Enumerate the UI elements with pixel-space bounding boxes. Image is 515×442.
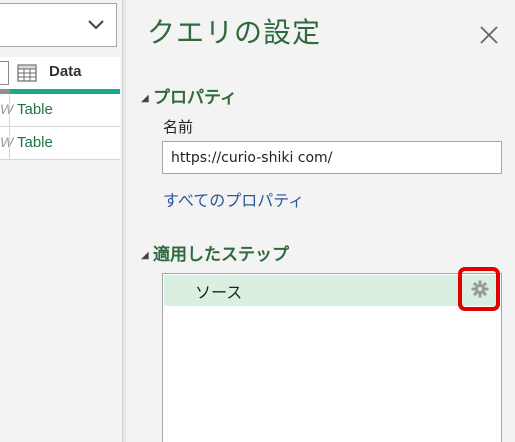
query-settings-pane: クエリの設定 ◢プロパティ 名前 すべてのプロパティ ◢適用したステップ ソース <box>126 0 515 442</box>
properties-section-header[interactable]: ◢ プロパティ <box>141 83 237 108</box>
all-properties-link[interactable]: すべてのプロパティ <box>163 187 304 211</box>
table-link-cell[interactable]: Table <box>17 134 53 151</box>
column-header-stub[interactable] <box>0 61 9 85</box>
data-preview-pane: Data W Table W Table <box>0 0 122 442</box>
collapse-triangle-icon[interactable]: ◢ <box>141 93 153 104</box>
name-label: 名前 <box>163 118 194 136</box>
applied-steps-list: ソース <box>162 267 502 442</box>
applied-steps-heading: 適用したステップ <box>153 245 289 265</box>
table-type-icon[interactable] <box>17 64 37 82</box>
table-row[interactable]: W Table <box>0 94 120 127</box>
query-name-input[interactable] <box>162 141 502 174</box>
step-label: ソース <box>195 283 243 302</box>
applied-steps-section-header[interactable]: ◢ 適用したステップ <box>141 240 289 265</box>
close-icon[interactable] <box>478 24 500 46</box>
column-header-data[interactable]: Data <box>49 63 82 80</box>
grid-header-row: Data <box>0 57 120 90</box>
cell-stub: W <box>0 101 14 117</box>
step-settings-highlight[interactable] <box>458 267 500 311</box>
collapse-triangle-icon[interactable]: ◢ <box>141 250 153 261</box>
pane-title: クエリの設定 <box>147 16 322 49</box>
properties-heading: プロパティ <box>153 88 237 108</box>
column-divider <box>9 94 10 160</box>
table-dropdown[interactable] <box>0 3 117 47</box>
table-link-cell[interactable]: Table <box>17 101 53 118</box>
cell-stub: W <box>0 134 14 150</box>
chevron-down-icon[interactable] <box>86 14 106 34</box>
table-row[interactable]: W Table <box>0 127 120 160</box>
gear-icon[interactable] <box>471 280 489 298</box>
step-item-source[interactable]: ソース <box>164 275 500 306</box>
